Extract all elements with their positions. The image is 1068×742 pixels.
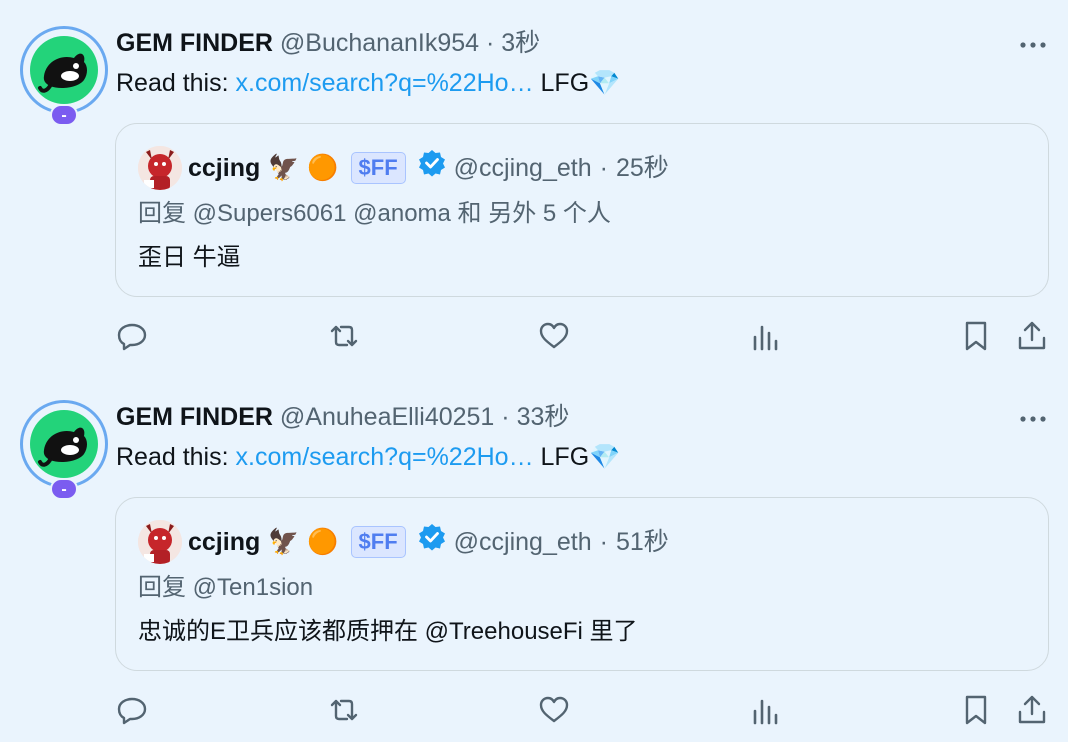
retweet-icon[interactable] (326, 318, 362, 354)
quote-avatar[interactable] (138, 520, 182, 564)
eagle-emoji: 🦅 (268, 528, 300, 556)
heart-icon[interactable] (536, 318, 572, 354)
reply-icon[interactable] (114, 318, 150, 354)
tweet-text: Read this: x.com/search?q=%22Ho… LFG💎 (116, 65, 620, 101)
views-chart-icon[interactable] (748, 692, 784, 728)
cashtag-badge[interactable]: $FF (350, 526, 406, 558)
quote-avatar[interactable] (138, 146, 182, 190)
heart-icon[interactable] (536, 692, 572, 728)
orange-circle-emoji: 🟠 (307, 154, 339, 182)
tweet-link[interactable]: x.com/search?q=%22Ho… (236, 443, 534, 471)
quote-header: ccjing 🦅 🟠 $FF @ccjing_eth · 25秒 (188, 149, 669, 187)
tweet-text-suffix: LFG (533, 69, 590, 97)
display-name[interactable]: GEM FINDER (116, 29, 273, 57)
more-icon[interactable] (1016, 404, 1050, 434)
quote-text: 忠诚的E卫兵应该都质押在 @TreehouseFi 里了 (138, 618, 638, 645)
retweet-icon[interactable] (326, 692, 362, 728)
reply-context: 回复 @Supers6061 @anoma 和 另外 5 个人 (138, 200, 611, 227)
verified-badge-icon (418, 523, 446, 561)
avatar-image (30, 410, 98, 478)
quote-display-name[interactable]: ccjing (188, 524, 260, 560)
share-icon[interactable] (1014, 318, 1050, 354)
tweet-text-prefix: Read this: (116, 443, 236, 471)
verified-badge-icon (418, 149, 446, 187)
quote-text: 歪日 牛逼 (138, 244, 241, 271)
timestamp[interactable]: 3秒 (501, 29, 540, 57)
separator-dot: · (486, 29, 495, 57)
eagle-emoji: 🦅 (268, 154, 300, 182)
share-icon[interactable] (1014, 692, 1050, 728)
tweet-text-suffix: LFG (533, 443, 590, 471)
bookmark-icon[interactable] (958, 692, 994, 728)
action-bar (0, 318, 1068, 358)
user-handle[interactable]: @AnuheaElli40251 (280, 403, 494, 431)
separator-dot: · (599, 528, 608, 556)
red-character-icon (138, 520, 182, 564)
user-handle[interactable]: @BuchananIk954 (280, 29, 479, 57)
orange-circle-emoji: 🟠 (307, 528, 339, 556)
views-chart-icon[interactable] (748, 318, 784, 354)
quoted-tweet[interactable]: ccjing 🦅 🟠 $FF @ccjing_eth · 25秒 回复 @Sup… (115, 123, 1049, 297)
separator-dot: · (599, 154, 608, 182)
tweet-link[interactable]: x.com/search?q=%22Ho… (236, 69, 534, 97)
gem-emoji: 💎 (589, 69, 621, 97)
avatar[interactable] (20, 26, 108, 114)
reply-context: 回复 @Ten1sion (138, 574, 314, 601)
more-icon[interactable] (1016, 30, 1050, 60)
action-bar (0, 692, 1068, 732)
quoted-tweet[interactable]: ccjing 🦅 🟠 $FF @ccjing_eth · 51秒 回复 @Ten… (115, 497, 1049, 671)
orca-icon (38, 427, 87, 467)
bookmark-icon[interactable] (958, 318, 994, 354)
timestamp[interactable]: 33秒 (517, 403, 570, 431)
gem-emoji: 💎 (589, 443, 621, 471)
display-name[interactable]: GEM FINDER (116, 403, 273, 431)
avatar-badge: - (50, 104, 78, 126)
tweet[interactable]: - GEM FINDER @BuchananIk954 · 3秒 Read th… (0, 0, 1068, 372)
quote-timestamp[interactable]: 51秒 (616, 524, 669, 560)
separator-dot: · (501, 403, 510, 431)
quote-user-handle[interactable]: @ccjing_eth (454, 150, 592, 186)
tweet[interactable]: - GEM FINDER @AnuheaElli40251 · 33秒 Read… (0, 374, 1068, 742)
tweet-header: GEM FINDER @AnuheaElli40251 · 33秒 (116, 400, 569, 434)
avatar-badge: - (50, 478, 78, 500)
quote-header: ccjing 🦅 🟠 $FF @ccjing_eth · 51秒 (188, 523, 669, 561)
quote-display-name[interactable]: ccjing (188, 150, 260, 186)
quote-timestamp[interactable]: 25秒 (616, 150, 669, 186)
red-character-icon (138, 146, 182, 190)
tweet-text: Read this: x.com/search?q=%22Ho… LFG💎 (116, 439, 620, 475)
timeline: - GEM FINDER @BuchananIk954 · 3秒 Read th… (0, 0, 1068, 742)
quote-user-handle[interactable]: @ccjing_eth (454, 524, 592, 560)
reply-icon[interactable] (114, 692, 150, 728)
tweet-text-prefix: Read this: (116, 69, 236, 97)
cashtag-badge[interactable]: $FF (350, 152, 406, 184)
avatar[interactable] (20, 400, 108, 488)
avatar-image (30, 36, 98, 104)
orca-icon (38, 53, 87, 93)
tweet-header: GEM FINDER @BuchananIk954 · 3秒 (116, 26, 540, 60)
